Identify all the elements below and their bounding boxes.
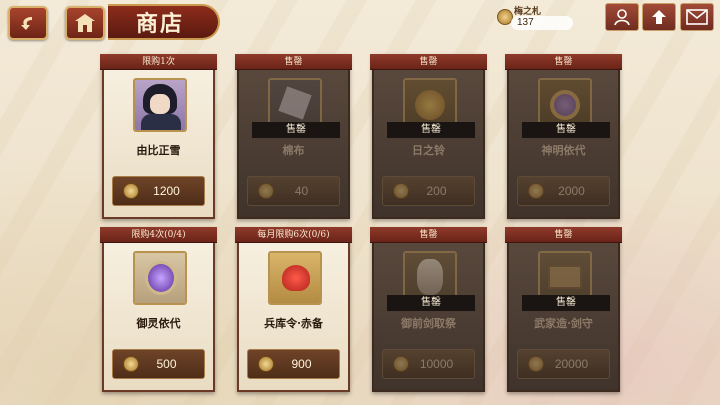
purchase-limit-ribbon: 限购4次(0/4) [100, 227, 217, 243]
character-button[interactable] [605, 3, 639, 31]
shop-item-card[interactable]: 限购4次(0/4) 御灵依代 500 [100, 227, 217, 392]
item-name: 神明依代 [541, 144, 586, 157]
coin-icon [393, 356, 409, 372]
item-price: 40 [294, 184, 309, 198]
buy-button-disabled: 40 [247, 176, 340, 206]
sold-out-ribbon: 售罄 [505, 227, 622, 243]
coin-icon [123, 183, 139, 199]
item-price: 2000 [558, 184, 585, 198]
mail-button[interactable] [680, 3, 714, 31]
item-name: 棉布 [282, 144, 305, 157]
sold-out-ribbon: 售罄 [505, 54, 622, 70]
sold-out-banner: 售罄 [252, 122, 340, 138]
item-name: 由比正雪 [136, 144, 181, 157]
buy-button-disabled: 200 [382, 176, 475, 206]
item-price: 1200 [153, 184, 180, 198]
buy-button-disabled: 20000 [517, 349, 610, 379]
sold-out-ribbon: 售罄 [235, 54, 352, 70]
buy-button-disabled: 10000 [382, 349, 475, 379]
buy-button-disabled: 2000 [517, 176, 610, 206]
page-title-plate: 商店 [108, 4, 220, 40]
coin-icon [258, 356, 274, 372]
sold-out-banner: 售罄 [387, 122, 475, 138]
item-name: 御前剑取祭 [401, 317, 456, 330]
item-price: 20000 [554, 357, 589, 371]
shop-item-card[interactable]: 售罄 售罄 神明依代 2000 [505, 54, 622, 219]
portrait-art-icon [133, 78, 187, 132]
back-arrow-icon [21, 17, 32, 30]
coin-icon [123, 356, 139, 372]
buy-button[interactable]: 900 [247, 349, 340, 379]
top-bar: 商店 梅之札 137 [0, 0, 720, 44]
sold-out-ribbon: 售罄 [370, 227, 487, 243]
shop-item-card[interactable]: 售罄 售罄 棉布 40 [235, 54, 352, 219]
purple-gem-art-icon [133, 251, 187, 305]
sold-out-banner: 售罄 [387, 295, 475, 311]
red-helmet-art-icon [268, 251, 322, 305]
coin-icon [258, 183, 274, 199]
upload-button[interactable] [642, 3, 676, 31]
house-icon [75, 14, 95, 32]
coin-icon [393, 183, 409, 199]
coin-icon [528, 356, 544, 372]
up-arrow-icon [652, 10, 666, 24]
item-name: 御灵依代 [136, 317, 181, 330]
character-icon [614, 9, 630, 26]
sold-out-banner: 售罄 [522, 122, 610, 138]
currency-value: 137 [511, 16, 573, 30]
item-price: 10000 [419, 357, 454, 371]
home-button[interactable] [65, 6, 105, 40]
item-name: 日之铃 [412, 144, 445, 157]
shop-item-card[interactable]: 限购1次 由比正雪 1200 [100, 54, 217, 219]
page-title: 商店 [136, 11, 185, 37]
item-price: 500 [156, 357, 177, 371]
item-price: 200 [426, 184, 447, 198]
purchase-limit-ribbon: 限购1次 [100, 54, 217, 70]
currency-display: 梅之札 137 [497, 4, 577, 30]
buy-button[interactable]: 500 [112, 349, 205, 379]
shop-item-card[interactable]: 售罄 售罄 御前剑取祭 10000 [370, 227, 487, 392]
mail-icon [686, 9, 708, 25]
sold-out-banner: 售罄 [522, 295, 610, 311]
shop-item-card[interactable]: 每月限购6次(0/6) 兵库令·赤备 900 [235, 227, 352, 392]
sold-out-ribbon: 售罄 [370, 54, 487, 70]
coin-icon [528, 183, 544, 199]
buy-button[interactable]: 1200 [112, 176, 205, 206]
item-name: 兵库令·赤备 [264, 317, 323, 330]
item-price: 900 [291, 357, 312, 371]
shop-item-card[interactable]: 售罄 售罄 武家造·剑守 20000 [505, 227, 622, 392]
item-name: 武家造·剑守 [534, 317, 593, 330]
purchase-limit-ribbon: 每月限购6次(0/6) [235, 227, 352, 243]
back-button[interactable] [8, 6, 48, 40]
shop-item-card[interactable]: 售罄 售罄 日之铃 200 [370, 54, 487, 219]
